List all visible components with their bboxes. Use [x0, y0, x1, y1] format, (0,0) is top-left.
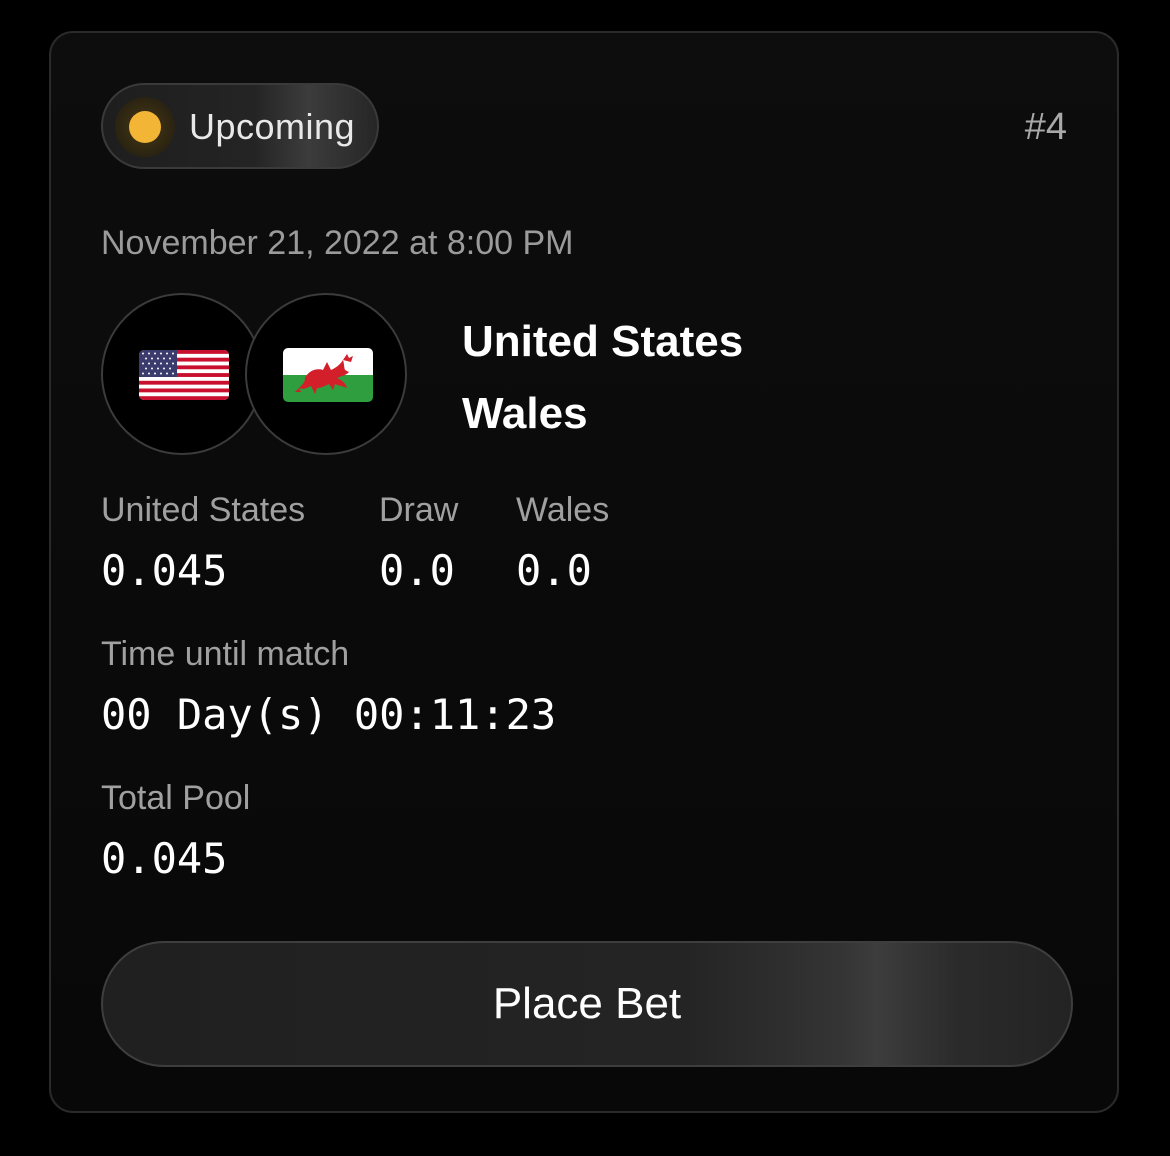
- status-dot-icon: [129, 111, 161, 143]
- wales-flag-icon: [283, 348, 373, 402]
- match-card: Upcoming #4 November 21, 2022 at 8:00 PM: [49, 31, 1119, 1113]
- total-pool-label: Total Pool: [101, 779, 251, 817]
- home-team-avatar: [101, 293, 263, 455]
- countdown-label: Time until match: [101, 635, 350, 673]
- away-team-avatar: [245, 293, 407, 455]
- away-odds-value: 0.0: [516, 546, 592, 595]
- draw-odds-value: 0.0: [379, 546, 455, 595]
- match-number: #4: [1024, 106, 1067, 148]
- place-bet-button[interactable]: Place Bet: [101, 941, 1073, 1067]
- home-team-name: United States: [462, 317, 744, 366]
- home-odds-label: United States: [101, 491, 306, 529]
- status-label: Upcoming: [189, 106, 356, 147]
- match-date: November 21, 2022 at 8:00 PM: [101, 224, 574, 262]
- status-indicator: [115, 97, 175, 157]
- home-odds-value: 0.045: [101, 546, 228, 595]
- draw-odds-label: Draw: [379, 491, 459, 529]
- us-flag-icon: [139, 350, 229, 400]
- away-team-name: Wales: [462, 389, 588, 438]
- total-pool-value: 0.045: [101, 834, 228, 883]
- countdown-value: 00 Day(s) 00:11:23: [101, 690, 557, 739]
- status-badge: Upcoming: [101, 83, 379, 169]
- away-odds-label: Wales: [516, 491, 610, 529]
